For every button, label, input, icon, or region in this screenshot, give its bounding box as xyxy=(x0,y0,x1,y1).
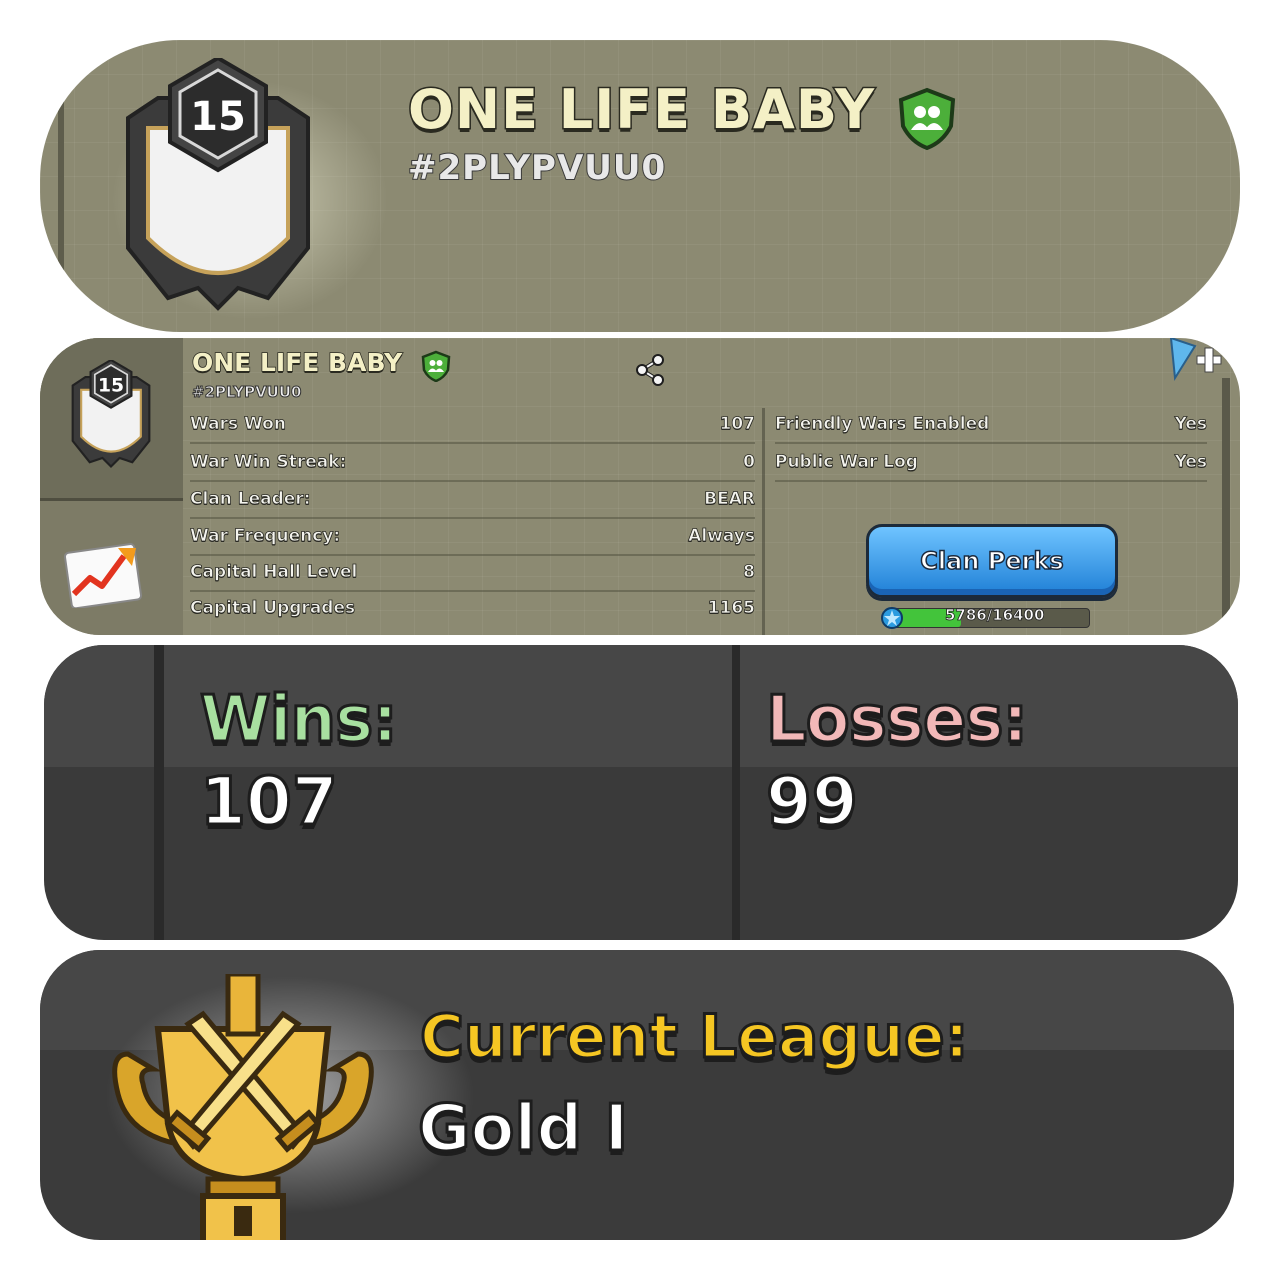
losses-value: 99 xyxy=(765,762,860,842)
xp-star-icon xyxy=(881,607,903,629)
clan-tag-small: #2PLYPVUU0 xyxy=(191,383,302,402)
stat-label: Capital Upgrades xyxy=(190,598,356,619)
stat-label: Wars Won xyxy=(190,414,287,435)
stat-label: Friendly Wars Enabled xyxy=(775,414,990,435)
clan-name-small: ONE LIFE BABY xyxy=(191,347,403,378)
stat-value: 107 xyxy=(719,414,755,435)
clan-details-panel: 15 ONE LIFE BABY #2PLYPVUU0 Wars Won 107 xyxy=(40,338,1240,635)
stat-label: War Win Streak: xyxy=(190,452,347,473)
stat-value: 1165 xyxy=(707,598,755,619)
war-record-middle-divider xyxy=(732,645,740,940)
wins-label: Wins: xyxy=(199,682,400,759)
stat-label: Capital Hall Level xyxy=(190,562,358,583)
losses-label: Losses: xyxy=(764,682,1029,759)
clan-xp-text: 5786/16400 xyxy=(945,606,1045,625)
stat-value: Yes xyxy=(1174,452,1207,473)
share-icon[interactable] xyxy=(632,352,668,388)
stat-value: 0 xyxy=(743,452,756,473)
stat-row-public-war-log: Public War Log Yes xyxy=(775,444,1207,482)
stat-label: War Frequency: xyxy=(190,526,341,547)
clan-badge-small-icon: 15 xyxy=(71,360,151,468)
stat-value: Yes xyxy=(1174,414,1207,435)
stat-row-war-win-streak: War Win Streak: 0 xyxy=(190,444,755,482)
column-divider xyxy=(762,408,765,635)
clan-perks-button[interactable]: Clan Perks xyxy=(866,524,1118,598)
league-panel: Current League: Gold I xyxy=(40,950,1234,1240)
stat-row-war-frequency: War Frequency: Always xyxy=(190,518,755,556)
stat-row-capital-upgrades: Capital Upgrades 1165 xyxy=(190,590,756,626)
stats-chart-icon[interactable] xyxy=(64,538,146,608)
stat-value: Always xyxy=(688,526,756,547)
clan-tag: #2PLYPVUU0 xyxy=(407,147,667,189)
stat-row-capital-hall-level: Capital Hall Level 8 xyxy=(190,554,755,592)
stat-row-wars-won: Wars Won 107 xyxy=(190,406,755,444)
clan-header-panel: 15 ONE LIFE BABY #2PLYPVUU0 xyxy=(40,40,1240,332)
family-friendly-shield-small-icon xyxy=(421,350,451,382)
gold-league-trophy-icon xyxy=(112,974,374,1240)
stat-row-friendly-wars: Friendly Wars Enabled Yes xyxy=(775,406,1207,444)
panel-right-edge xyxy=(1222,378,1230,618)
current-league-value: Gold I xyxy=(416,1091,629,1168)
stat-label: Clan Leader: xyxy=(190,489,311,510)
clan-level: 15 xyxy=(190,94,246,140)
wins-value: 107 xyxy=(199,762,340,842)
clan-name: ONE LIFE BABY xyxy=(406,77,876,143)
war-record-panel: Wins: 107 Losses: 99 xyxy=(44,645,1238,940)
current-league-label: Current League: xyxy=(419,1001,971,1074)
stat-value: 8 xyxy=(743,562,756,583)
stat-row-clan-leader: Clan Leader: BEAR xyxy=(190,481,755,519)
corner-flag-icon xyxy=(1169,338,1222,382)
clan-badge-icon: 15 xyxy=(126,58,310,311)
stat-value: BEAR xyxy=(704,489,756,510)
clan-level-small: 15 xyxy=(98,376,124,397)
war-record-left-divider xyxy=(154,645,164,940)
panel-edge xyxy=(58,40,64,332)
stat-label: Public War Log xyxy=(775,452,919,473)
family-friendly-shield-icon xyxy=(898,87,956,150)
